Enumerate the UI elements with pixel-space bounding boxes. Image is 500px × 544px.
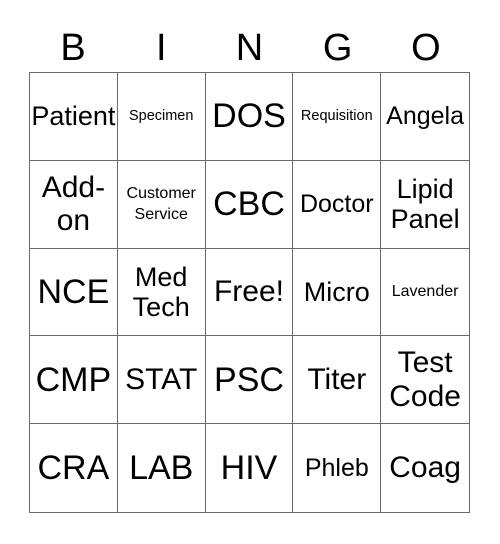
bingo-board: Patient Specimen DOS Requisition Angela … [29, 72, 470, 513]
bingo-cell[interactable]: Patient [30, 73, 118, 161]
bingo-cell[interactable]: Customer Service [117, 160, 206, 249]
header-letter-n: N [235, 27, 264, 69]
header-letter-i: I [156, 27, 167, 69]
bingo-cell[interactable]: Lipid Panel [381, 161, 469, 249]
bingo-header: B I N G O [29, 24, 470, 72]
bingo-cell[interactable]: HIV [206, 424, 294, 512]
bingo-cell[interactable]: Med Tech [117, 248, 206, 337]
bingo-cell[interactable]: DOS [205, 73, 294, 161]
bingo-cell[interactable]: Coag [381, 424, 469, 512]
bingo-cell[interactable]: Doctor [293, 160, 382, 249]
bingo-cell[interactable]: CBC [205, 160, 294, 249]
bingo-cell[interactable]: STAT [117, 336, 206, 425]
header-letter-g: G [322, 27, 353, 69]
bingo-cell[interactable]: CMP [30, 336, 118, 425]
bingo-cell[interactable]: Specimen [117, 73, 206, 161]
bingo-cell[interactable]: Add- on [30, 160, 118, 249]
header-letter-o: O [411, 27, 441, 69]
free-space-cell[interactable]: Free! [205, 248, 294, 337]
header-letter-b: B [60, 27, 86, 69]
bingo-cell[interactable]: Titer [293, 336, 382, 425]
bingo-cell[interactable]: Requisition [293, 73, 382, 161]
bingo-cell[interactable]: LAB [118, 424, 206, 512]
bingo-cell[interactable]: PSC [205, 336, 294, 425]
bingo-cell[interactable]: NCE [30, 248, 118, 337]
bingo-cell[interactable]: Angela [381, 73, 469, 161]
bingo-cell[interactable]: Lavender [381, 249, 469, 337]
bingo-cell[interactable]: Phleb [293, 424, 382, 512]
bingo-cell[interactable]: Micro [293, 248, 382, 337]
bingo-cell[interactable]: CRA [30, 424, 118, 512]
bingo-cell[interactable]: Test Code [381, 336, 469, 425]
